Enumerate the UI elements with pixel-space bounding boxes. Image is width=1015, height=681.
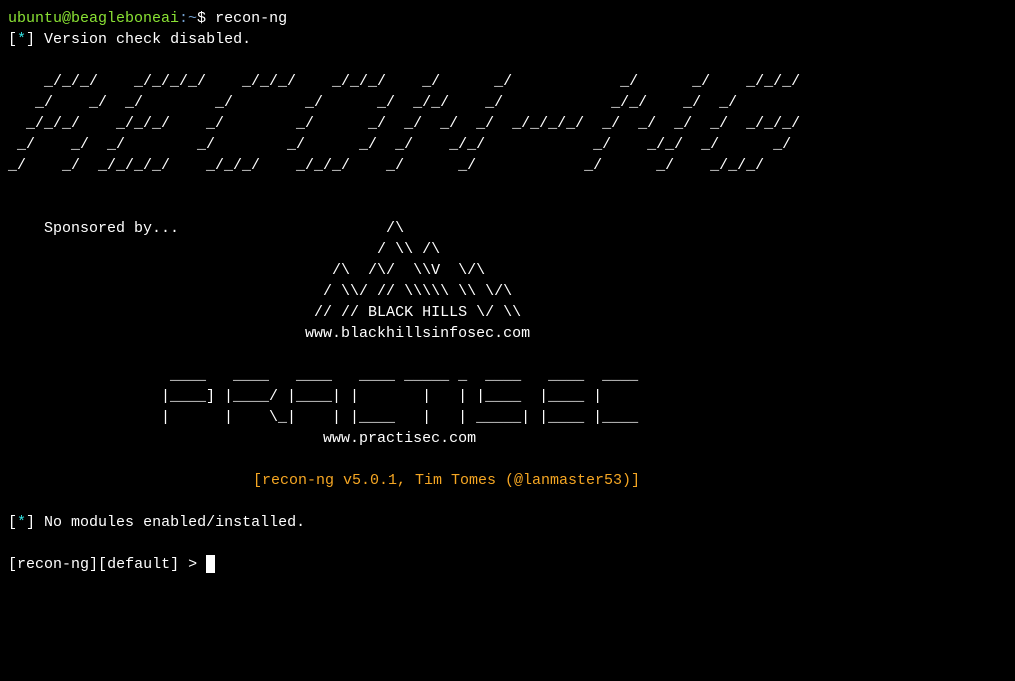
recon-ng-ascii-banner: _/_/_/ _/_/_/_/ _/_/_/ _/_/_/ _/ _/ _/ _… [8, 71, 1007, 176]
prompt-symbol: $ [197, 10, 206, 27]
command-text: recon-ng [215, 10, 287, 27]
practisec-ascii-banner: ____ ____ ____ ____ _____ _ ____ ____ __… [8, 365, 1007, 449]
status-text-2: No modules enabled/installed. [35, 514, 305, 531]
status-line-2: [*] No modules enabled/installed. [8, 512, 1007, 533]
status-line-1: [*] Version check disabled. [8, 29, 1007, 50]
app-name: recon-ng [17, 556, 89, 573]
recon-shell-prompt[interactable]: [recon-ng][default] > [8, 554, 1007, 575]
shell-prompt-line: ubuntu@beagleboneai:~$ recon-ng [8, 8, 1007, 29]
credits-text: [recon-ng v5.0.1, Tim Tomes (@lanmaster5… [8, 472, 640, 489]
blackhills-ascii-banner: /\ / \\ /\ /\ /\/ \\V \/\ / \\/ // \\\\\… [8, 218, 1007, 344]
status-star-icon: * [17, 31, 26, 48]
user-host: ubuntu@beagleboneai [8, 10, 179, 27]
cursor-icon [206, 555, 215, 573]
status-star-icon: * [17, 514, 26, 531]
prompt-path: :~ [179, 10, 197, 27]
status-text-1: Version check disabled. [35, 31, 251, 48]
context-name: default [107, 556, 170, 573]
credits-line: [recon-ng v5.0.1, Tim Tomes (@lanmaster5… [8, 470, 1007, 491]
